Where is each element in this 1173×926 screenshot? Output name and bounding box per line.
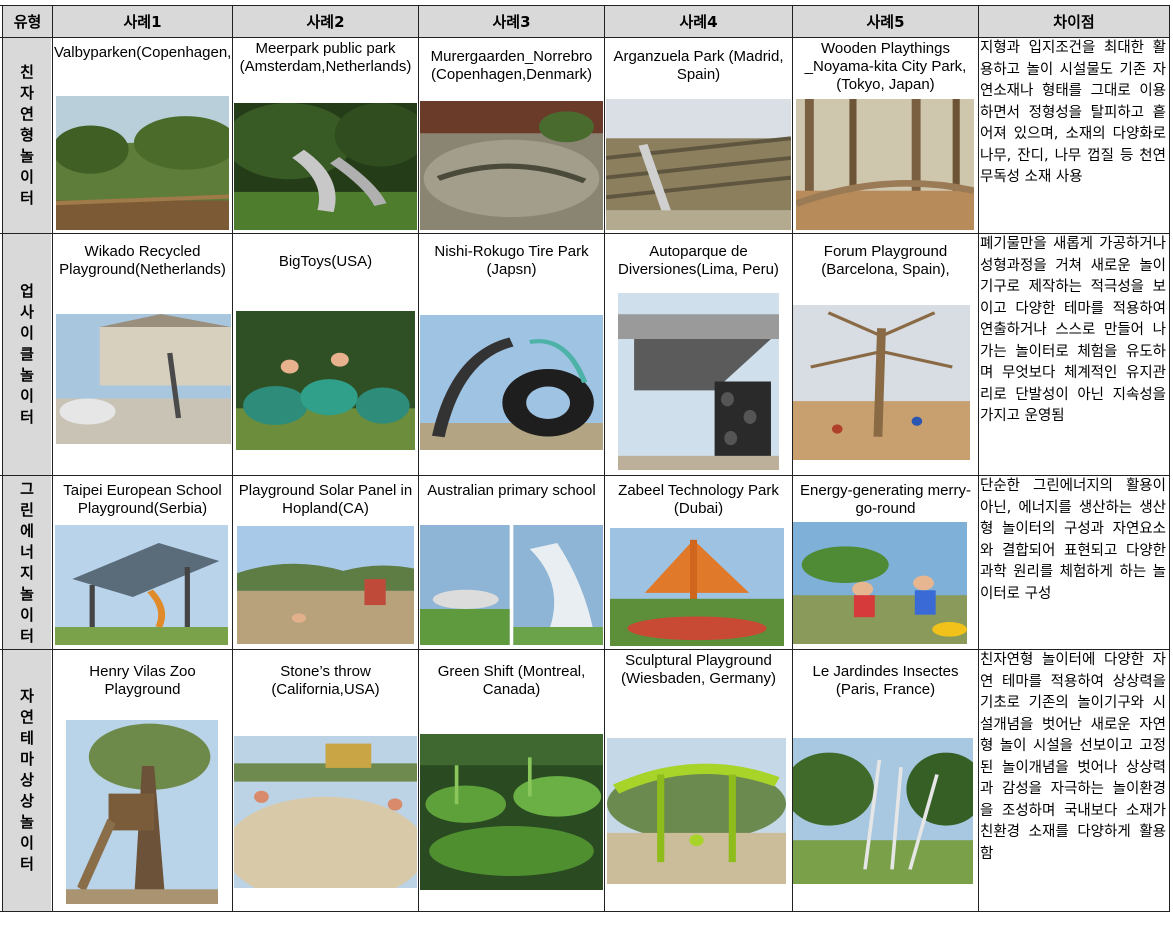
row-type-upcycle: 업사이클놀이터 [3,234,51,475]
case-photo-nishi-rokugo [420,315,603,450]
case-photo-autoparque [618,293,779,470]
grid-line [418,5,419,912]
header-difference: 차이점 [979,6,1169,37]
row-type-nature-theme: 자연테마상상놀이터 [3,650,51,911]
row-type-green-energy: 그린에너지놀이터 [3,476,51,649]
case-caption: Australian primary school [427,482,596,499]
grid-line [232,5,233,912]
case-photo-green-shift [420,734,603,890]
difference-text: 폐기물만을 새롭게 가공하거나 성형과정을 거쳐 새로운 놀이기구로 제작하는 … [980,236,1166,424]
row-type-label: 그린에너지놀이터 [20,479,34,645]
difference-text: 친자연형 놀이터에 다양한 자연 테마를 적용하여 상상력을 기초로 기존의 놀… [980,652,1166,862]
case-photo-meerpark [234,103,417,230]
case-caption: Le Jardindes Insectes (Paris, France) [812,663,959,698]
row-type-label: 업사이클놀이터 [20,282,34,426]
case-caption: Meerpark public park (Amsterdam,Netherla… [239,40,412,75]
difference-text: 지형과 입지조건을 최대한 활용하고 놀이 시설물도 기존 자연소재나 형태를 … [980,40,1166,185]
case-caption: Autoparque de Diversiones(Lima, Peru) [618,243,779,278]
case-photo-bigtoys [236,311,415,450]
case-caption: BigToys(USA) [278,253,373,270]
case-caption: Valbyparken(Copenhagen,Denmark) [54,44,231,61]
case-photo-zabeel [610,528,784,646]
case-caption: Henry Vilas Zoo Playground [89,663,196,698]
comparison-table: 유형 사례1 사례2 사례3 사례4 사례5 차이점 친자연형놀이터 Valby… [0,0,1173,926]
case-caption: Wooden Playthings _Noyama-kita City Park… [804,40,967,93]
grid-line [604,5,605,912]
header-case-4: 사례4 [605,6,792,37]
grid-line [1169,5,1170,912]
case-photo-wikado [56,314,231,444]
case-photo-jardin-insectes [793,738,973,884]
case-caption: Arganzuela Park (Madrid, Spain) [613,48,784,83]
case-caption: Wikado Recycled Playground(Netherlands) [59,243,226,278]
case-caption: Nishi-Rokugo Tire Park (Japsn) [434,243,589,278]
case-photo-wiesbaden [607,738,786,884]
case-caption: Taipei European School Playground(Serbia… [63,482,222,517]
difference-text: 단순한 그린에너지의 활용이 아닌, 에너지를 생산하는 생산형 놀이터의 구성… [980,478,1166,602]
case-photo-noyama-kita [796,99,974,230]
header-type: 유형 [3,6,52,37]
case-photo-arganzuela [606,99,791,230]
case-caption: Zabeel Technology Park (Dubai) [618,482,779,517]
grid-line [978,5,979,912]
case-caption: Playground Solar Panel in Hopland(CA) [238,482,413,517]
case-caption: Green Shift (Montreal, Canada) [437,663,586,698]
case-caption: Forum Playground (Barcelona, Spain), [821,243,950,278]
case-caption: Murergaarden_Norrebro (Copenhagen,Denmar… [430,48,593,83]
case-photo-taipei [55,525,228,645]
case-caption: Energy-generating merry-go-round [800,482,971,517]
case-photo-murergaarden [420,101,603,230]
case-photo-australian-school [420,525,603,645]
header-case-3: 사례3 [419,6,604,37]
case-photo-stones-throw [234,736,417,888]
case-caption: Stone’s throw (California,USA) [271,663,380,698]
header-case-2: 사례2 [233,6,418,37]
case-photo-henry-vilas [66,720,218,904]
row-type-label: 자연테마상상놀이터 [20,687,34,873]
case-photo-merry-go-round [793,522,967,644]
grid-line [52,5,53,912]
header-case-1: 사례1 [53,6,232,37]
header-case-5: 사례5 [793,6,978,37]
case-photo-valbyparken [56,96,229,230]
case-photo-hopland [237,526,414,644]
case-photo-forum [793,305,970,460]
row-type-label: 친자연형놀이터 [20,63,34,207]
row-type-nature: 친자연형놀이터 [3,38,51,233]
case-caption: Sculptural Playground (Wiesbaden, German… [620,652,777,687]
